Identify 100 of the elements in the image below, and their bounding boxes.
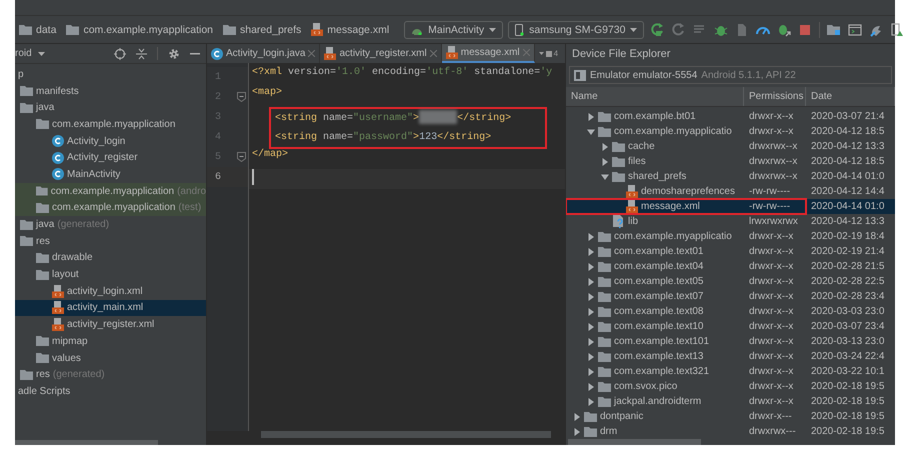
expand-arrow-icon[interactable] xyxy=(587,398,595,406)
expand-arrow-icon[interactable] xyxy=(587,338,595,346)
tree-item[interactable]: MainActivity xyxy=(15,166,206,183)
tree-item[interactable]: manifests xyxy=(15,82,206,100)
file-row[interactable]: cache drwxrwx--x 2020-04-12 13:3 xyxy=(566,139,895,154)
file-row[interactable]: com.example.text05 drwxr-x--x 2020-02-28 22:5 xyxy=(566,274,895,289)
expand-arrow-icon[interactable] xyxy=(587,248,595,256)
file-row[interactable]: lib lrwxrwxrwx 2020-04-12 13:3 xyxy=(566,214,895,229)
column-header[interactable]: Date xyxy=(806,87,895,106)
file-row[interactable]: demoshareprefences -rw-rw---- 2020-04-12 14:4 xyxy=(566,184,895,199)
breadcrumb-link[interactable]: message.xml xyxy=(327,24,390,36)
tree-item[interactable]: drawable xyxy=(15,250,206,266)
debug-attach-icon[interactable] xyxy=(777,22,792,36)
device-dropdown[interactable]: samsung SM-G9730 xyxy=(508,20,644,38)
tree-item[interactable]: layout xyxy=(15,266,206,283)
date: 2020-02-18 19:5 xyxy=(810,426,884,437)
folder-icon xyxy=(598,112,611,122)
scrollbar[interactable] xyxy=(568,439,701,445)
tab-overflow-button[interactable]: 4 xyxy=(534,44,562,63)
file-row[interactable]: message.xml -rw-rw---- 2020-04-14 01:0 xyxy=(566,199,895,214)
file-row[interactable]: com.svox.pico drwxr-x--x 2020-02-18 19:5 xyxy=(566,379,895,394)
file-row[interactable]: com.example.text01 drwxr-x--x 2020-02-19 21:4 xyxy=(566,244,895,259)
permissions: drwxr-x--- xyxy=(748,411,793,422)
expand-arrow-icon[interactable] xyxy=(587,368,595,376)
file-row[interactable]: com.example.myapplicatio drwxr-x--x 2020-02-19 18:4 xyxy=(566,229,895,244)
expand-arrow-icon[interactable] xyxy=(601,142,609,150)
file-row[interactable]: com.example.text07 drwxr-x--x 2020-02-28 23:4 xyxy=(566,289,895,304)
permissions: drwxr-x--x xyxy=(748,291,794,302)
tree-item[interactable]: activity_register.xml xyxy=(15,316,206,333)
scrollbar[interactable] xyxy=(261,431,551,438)
breadcrumb-link[interactable]: com.example.myapplication xyxy=(83,24,213,36)
tree-item[interactable]: Activity_login xyxy=(15,132,206,150)
file-row[interactable]: com.example.text13 drwxr-x--x 2020-03-24 22:4 xyxy=(566,349,895,364)
tree-item[interactable]: Activity_register xyxy=(15,149,206,166)
tree-item[interactable]: res (generated) xyxy=(15,366,206,384)
file-row[interactable]: dontpanic drwxr-x--- 2020-02-18 19:5 xyxy=(566,409,895,424)
date: 2020-02-19 18:4 xyxy=(810,231,884,242)
run-icon[interactable] xyxy=(651,22,666,36)
expand-arrow-icon[interactable] xyxy=(587,308,595,316)
expand-arrow-icon[interactable] xyxy=(573,428,581,436)
tree-item[interactable]: java xyxy=(15,99,206,116)
expand-arrow-icon[interactable] xyxy=(601,172,609,180)
tree-item[interactable]: com.example.myapplication xyxy=(15,116,206,133)
locate-icon[interactable] xyxy=(114,48,126,60)
window-icon[interactable] xyxy=(848,22,862,36)
tree-item[interactable]: activity_main.xml xyxy=(15,300,206,316)
run-configuration-dropdown[interactable]: MainActivity xyxy=(404,20,504,38)
tree-item[interactable]: com.example.myapplication (andro xyxy=(15,182,206,200)
tree-item[interactable]: java (generated) xyxy=(15,216,206,233)
folder-icon xyxy=(598,396,611,406)
file-row[interactable]: com.example.text101 drwxr-x--x 2020-03-13 23:0 xyxy=(566,334,895,349)
tree-item[interactable]: res xyxy=(15,232,206,250)
expand-arrow-icon[interactable] xyxy=(587,352,595,360)
fold-icon[interactable] xyxy=(237,92,246,102)
file-row[interactable]: com.example.text321 drwxr-x--x 2020-03-22 10:1 xyxy=(566,364,895,379)
tree-item[interactable]: p xyxy=(15,66,206,83)
expand-arrow-icon[interactable] xyxy=(587,278,595,286)
expand-arrow-icon[interactable] xyxy=(587,128,595,136)
file-row[interactable]: com.example.text04 drwxr-x--x 2020-02-28 21:5 xyxy=(566,259,895,274)
caret-icon[interactable] xyxy=(38,52,45,56)
column-header[interactable]: Name xyxy=(566,87,744,106)
file-row[interactable]: com.example.text10 drwxr-x--x 2020-03-07 23:4 xyxy=(566,319,895,334)
expand-arrow-icon[interactable] xyxy=(587,232,595,240)
expand-arrow-icon[interactable] xyxy=(587,382,595,390)
file-row[interactable]: jackpal.androidterm drwxr-x--x 2020-02-18 19:5 xyxy=(566,394,895,409)
expand-arrow-icon[interactable] xyxy=(587,322,595,330)
folder-sync-icon[interactable] xyxy=(827,22,842,36)
breadcrumb-link[interactable]: data xyxy=(36,24,56,36)
scrollbar[interactable] xyxy=(15,440,158,445)
file-row[interactable]: com.example.text08 drwxr-x--x 2020-03-03 23:0 xyxy=(566,304,895,319)
folder-icon xyxy=(20,236,33,246)
collapse-icon[interactable] xyxy=(136,48,147,60)
editor-tab[interactable]: message.xml xyxy=(442,44,535,63)
stop-icon[interactable] xyxy=(798,22,812,36)
tree-item[interactable]: adle Scripts xyxy=(15,383,206,400)
fold-icon[interactable] xyxy=(237,152,246,162)
file-row[interactable]: files drwxrwx--x 2020-04-12 18:5 xyxy=(566,154,895,169)
emulator-dropdown[interactable]: Emulator emulator-5554 Android 5.1.1, API 22 xyxy=(569,66,892,84)
tree-item-label: values xyxy=(52,352,81,364)
expand-arrow-icon[interactable] xyxy=(601,158,609,166)
folder-icon xyxy=(598,352,611,362)
tree-item[interactable]: mipmap xyxy=(15,333,206,350)
folder-icon xyxy=(612,142,625,152)
file-row[interactable]: drm drwxrwx--- 2020-02-18 19:5 xyxy=(566,424,895,439)
tree-item[interactable]: com.example.myapplication (test) xyxy=(15,200,206,216)
breadcrumb-link[interactable]: shared_prefs xyxy=(240,24,302,36)
column-header[interactable]: Permissions xyxy=(744,87,806,106)
file-row[interactable]: com.example.bt01 drwxr-x--x 2020-03-07 21:4 xyxy=(566,109,895,124)
file-name: message.xml xyxy=(641,201,700,212)
tree-item[interactable]: activity_login.xml xyxy=(15,282,206,300)
expand-arrow-icon[interactable] xyxy=(587,292,595,300)
project-view-label[interactable]: roid xyxy=(15,48,32,59)
expand-arrow-icon[interactable] xyxy=(573,412,581,420)
tree-item[interactable]: values xyxy=(15,350,206,366)
expand-arrow-icon[interactable] xyxy=(587,262,595,270)
file-row[interactable]: shared_prefs drwxrwx--x 2020-04-14 01:0 xyxy=(566,169,895,184)
file-row[interactable]: com.example.myapplicatio drwxr-x--x 2020-04-12 18:5 xyxy=(566,124,895,139)
minimize-icon[interactable] xyxy=(190,52,200,54)
settings-icon[interactable] xyxy=(168,48,180,60)
expand-arrow-icon[interactable] xyxy=(587,112,595,120)
